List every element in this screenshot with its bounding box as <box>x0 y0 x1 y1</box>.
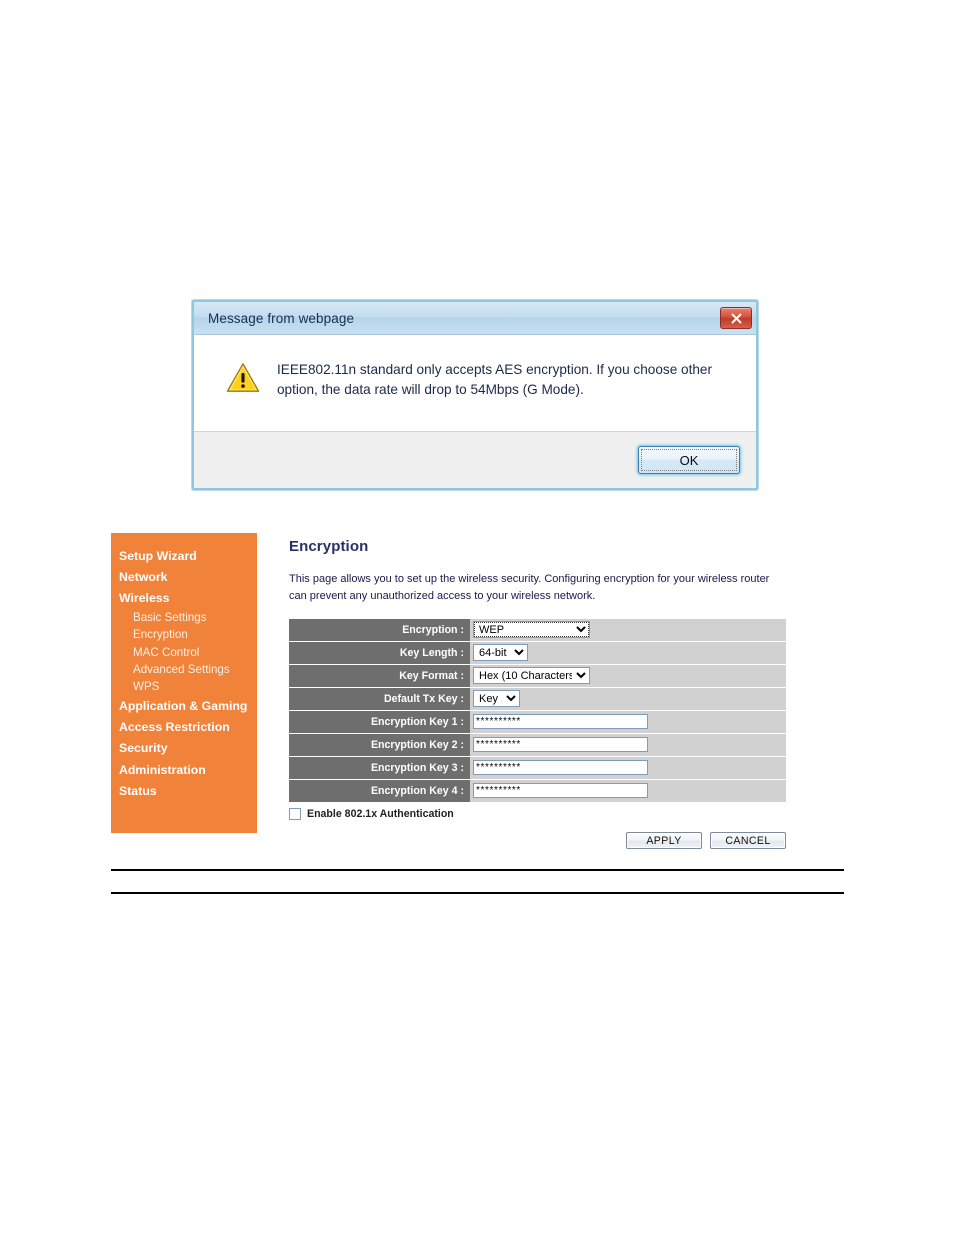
warning-triangle-icon <box>226 362 260 393</box>
main-content: Encryption This page allows you to set u… <box>289 538 809 850</box>
field-value-cell: 64-bit128-bit <box>470 642 786 665</box>
dialog-frame: Message from webpage IEEE802.11n standar… <box>192 300 758 490</box>
field-value-cell: Key 1Key 2Key 3Key 4 <box>470 688 786 711</box>
encryption-form-table: Encryption :DisableWEPWPA pre-shared key… <box>289 618 786 803</box>
field-label-default-tx-key: Default Tx Key : <box>289 688 470 711</box>
select-key-length[interactable]: 64-bit128-bit <box>473 644 528 662</box>
field-value-cell <box>470 757 786 780</box>
select-key-format[interactable]: Hex (10 Characters)ASCII (5 Characters) <box>473 667 590 685</box>
dialog-title: Message from webpage <box>208 310 355 326</box>
field-label-encryption-key-3: Encryption Key 3 : <box>289 757 470 780</box>
table-row: Encryption :DisableWEPWPA pre-shared key… <box>289 619 786 642</box>
cancel-button[interactable]: CANCEL <box>710 832 786 850</box>
table-row: Encryption Key 2 : <box>289 734 786 757</box>
input-encryption-key-1[interactable] <box>473 714 648 730</box>
input-encryption-key-2[interactable] <box>473 737 648 753</box>
field-value-cell: DisableWEPWPA pre-shared keyWPA RADIUS <box>470 619 786 642</box>
apply-button[interactable]: APPLY <box>626 832 702 850</box>
table-row: Encryption Key 4 : <box>289 780 786 803</box>
sidebar-item-application-gaming[interactable]: Application & Gaming <box>111 695 257 716</box>
select-default-tx-key[interactable]: Key 1Key 2Key 3Key 4 <box>473 690 520 708</box>
table-row: Key Length :64-bit128-bit <box>289 642 786 665</box>
enable-8021x-row: Enable 802.1x Authentication <box>289 808 809 821</box>
dialog-body: IEEE802.11n standard only accepts AES en… <box>194 335 756 432</box>
field-label-encryption-key-4: Encryption Key 4 : <box>289 780 470 803</box>
sidebar-item-encryption[interactable]: Encryption <box>111 626 257 643</box>
sidebar-item-administration[interactable]: Administration <box>111 759 257 780</box>
sidebar-item-status[interactable]: Status <box>111 780 257 801</box>
field-value-cell <box>470 711 786 734</box>
field-value-cell <box>470 734 786 757</box>
form-actions: APPLY CANCEL <box>289 832 786 850</box>
sidebar-item-mac-control[interactable]: MAC Control <box>111 643 257 660</box>
sidebar-item-wireless[interactable]: Wireless <box>111 587 257 608</box>
message-dialog: Message from webpage IEEE802.11n standar… <box>192 300 758 490</box>
dialog-titlebar: Message from webpage <box>194 302 756 335</box>
sidebar-item-setup-wizard[interactable]: Setup Wizard <box>111 545 257 566</box>
table-row: Encryption Key 1 : <box>289 711 786 734</box>
enable-8021x-label: Enable 802.1x Authentication <box>307 808 454 821</box>
field-value-cell: Hex (10 Characters)ASCII (5 Characters) <box>470 665 786 688</box>
field-label-encryption-key-1: Encryption Key 1 : <box>289 711 470 734</box>
ok-button[interactable]: OK <box>638 446 740 474</box>
page-description: This page allows you to set up the wirel… <box>289 573 770 603</box>
footer-divider-bottom <box>111 892 844 894</box>
ok-button-label: OK <box>679 452 699 468</box>
sidebar-nav: Setup Wizard Network Wireless Basic Setting… <box>111 533 257 833</box>
dialog-message: IEEE802.11n standard only accepts AES en… <box>277 362 713 397</box>
field-value-cell <box>470 780 786 803</box>
field-label-encryption: Encryption : <box>289 619 470 642</box>
footer-divider-top <box>111 869 844 871</box>
page-title: Encryption <box>289 538 369 555</box>
sidebar-item-network[interactable]: Network <box>111 566 257 587</box>
table-row: Default Tx Key :Key 1Key 2Key 3Key 4 <box>289 688 786 711</box>
close-icon[interactable] <box>720 307 752 329</box>
input-encryption-key-4[interactable] <box>473 783 648 799</box>
sidebar-item-access-restriction[interactable]: Access Restriction <box>111 717 257 738</box>
dialog-footer: OK <box>194 432 756 488</box>
sidebar-item-advanced-settings[interactable]: Advanced Settings <box>111 661 257 678</box>
table-row: Encryption Key 3 : <box>289 757 786 780</box>
apply-button-label: APPLY <box>646 834 682 847</box>
sidebar-item-basic-settings[interactable]: Basic Settings <box>111 609 257 626</box>
enable-8021x-checkbox[interactable] <box>289 808 301 821</box>
cancel-button-label: CANCEL <box>725 834 771 847</box>
field-label-encryption-key-2: Encryption Key 2 : <box>289 734 470 757</box>
input-encryption-key-3[interactable] <box>473 760 648 776</box>
sidebar-item-security[interactable]: Security <box>111 738 257 759</box>
field-label-key-format: Key Format : <box>289 665 470 688</box>
table-row: Key Format :Hex (10 Characters)ASCII (5 … <box>289 665 786 688</box>
field-label-key-length: Key Length : <box>289 642 470 665</box>
select-encryption[interactable]: DisableWEPWPA pre-shared keyWPA RADIUS <box>473 621 590 639</box>
sidebar-item-wps[interactable]: WPS <box>111 678 257 695</box>
